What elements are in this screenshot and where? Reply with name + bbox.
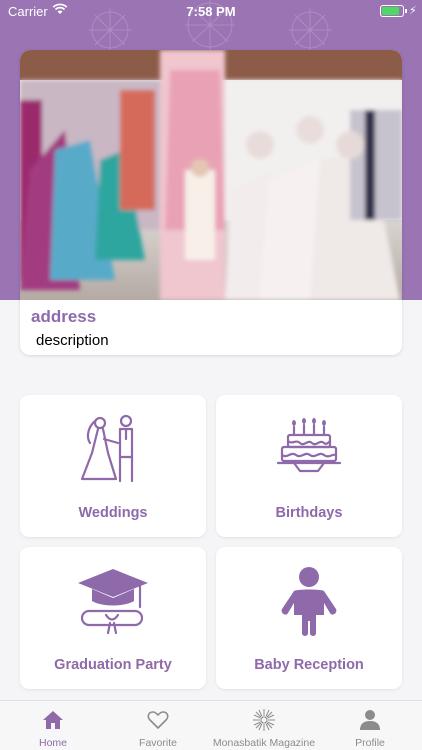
battery-icon: ⚡ (380, 5, 417, 17)
tab-home-label: Home (38, 737, 67, 749)
graduation-cap-icon (78, 569, 148, 635)
category-label-graduation-party: Graduation Party (54, 657, 172, 673)
tab-profile-label: Profile (355, 737, 385, 749)
category-tile-baby-reception[interactable]: Baby Reception (216, 547, 402, 689)
birthday-cake-icon (276, 417, 342, 473)
wedding-couple-icon (80, 414, 134, 483)
category-tile-graduation-party[interactable]: Graduation Party (20, 547, 206, 689)
category-label-baby-reception: Baby Reception (254, 657, 364, 673)
category-tile-birthdays[interactable]: Birthdays (216, 395, 402, 537)
tab-home[interactable]: Home (0, 701, 106, 750)
heart-icon (147, 711, 169, 729)
category-label-weddings: Weddings (78, 505, 148, 521)
tab-favorite-label: Favorite (139, 737, 177, 749)
tab-bar: Home Favorite Monasbatik Magazine Profil… (0, 700, 422, 750)
tab-profile[interactable]: Profile (318, 701, 422, 750)
category-tile-weddings[interactable]: Weddings (20, 395, 206, 537)
category-label-birthdays: Birthdays (275, 505, 343, 521)
tab-magazine[interactable]: Monasbatik Magazine (210, 701, 318, 750)
venue-photo (20, 50, 402, 300)
person-icon (360, 710, 380, 730)
featured-venue-card[interactable]: address description (20, 50, 402, 355)
tab-magazine-label: Monasbatik Magazine (212, 737, 316, 749)
tab-favorite[interactable]: Favorite (106, 701, 210, 750)
status-time: 7:58 PM (186, 4, 236, 19)
status-bar: Carrier 7:58 PM ⚡ (0, 0, 422, 22)
baby-icon (281, 567, 337, 636)
venue-description: description (36, 332, 109, 349)
home-icon (43, 711, 63, 729)
sunburst-icon (253, 709, 275, 731)
venue-address: address (31, 307, 97, 326)
